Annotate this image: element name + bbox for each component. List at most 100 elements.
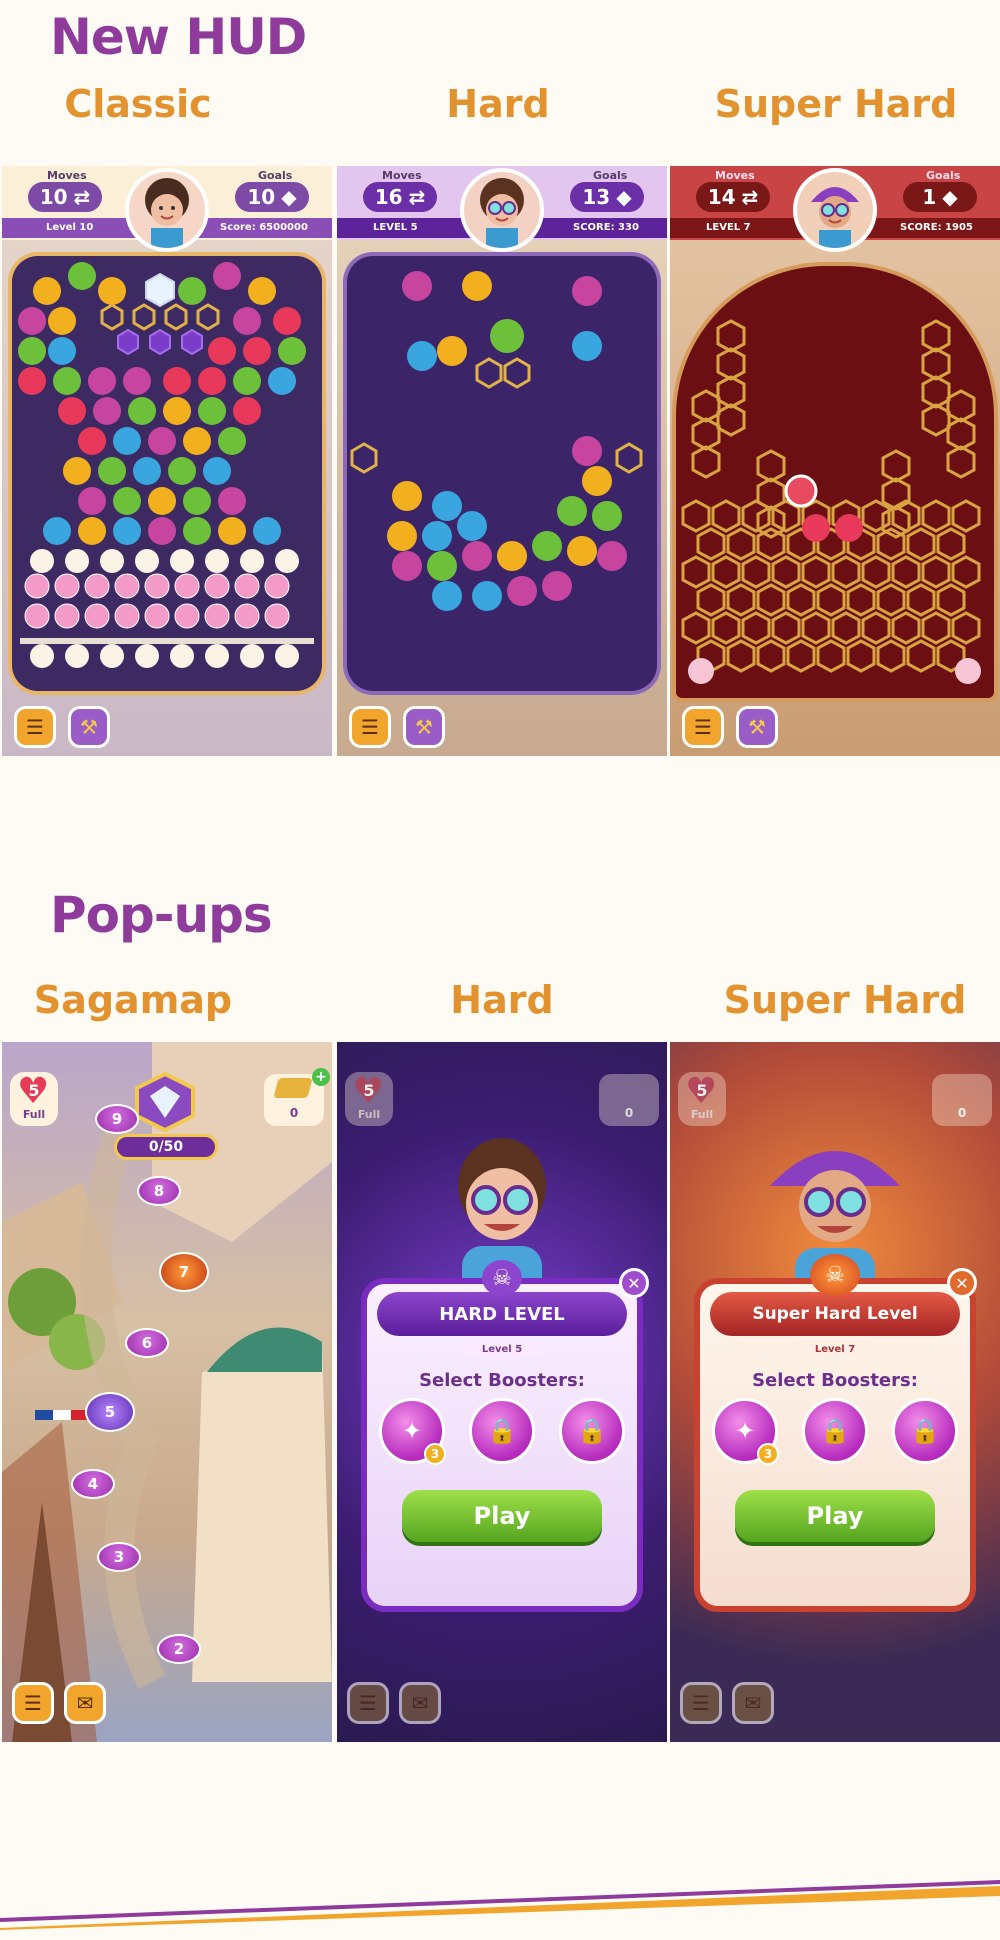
diamond-goal-icon: ◆ (942, 185, 958, 209)
honeycomb-cell (921, 403, 951, 437)
level-node-9[interactable]: 9 (95, 1104, 139, 1134)
level-node-5-hard[interactable]: 5 (85, 1392, 135, 1432)
menu-button[interactable]: ☰ (14, 706, 56, 748)
menu-icon: ☰ (692, 1691, 710, 1715)
honeycomb-cell (716, 375, 746, 409)
level-node-4[interactable]: 4 (71, 1469, 115, 1499)
select-boosters-label: Select Boosters: (419, 1370, 585, 1391)
inbox-button[interactable]: ✉ (399, 1682, 441, 1724)
mail-icon: ✉ (411, 1691, 429, 1715)
hard-game-board[interactable] (347, 256, 657, 691)
level-node-2[interactable]: 2 (157, 1634, 201, 1664)
coins-widget[interactable]: + 0 (264, 1068, 330, 1126)
honeycomb-cell (681, 611, 711, 645)
super-hard-hud-bar: Moves 14 ⇄ Goals 1 ◆ LEVEL 7 SCORE: 1905 (670, 166, 1000, 252)
diamond-goal-icon (130, 1071, 200, 1133)
lock-icon: 🔒 (577, 1417, 607, 1445)
honeycomb-cell (691, 389, 721, 423)
inbox-button[interactable]: ✉ (732, 1682, 774, 1724)
level-node-6[interactable]: 6 (125, 1328, 169, 1358)
honeycomb-cell (951, 555, 981, 589)
skull-icon: ☠ (482, 1260, 522, 1296)
booster-count-badge: 3 (424, 1443, 446, 1465)
avatar (460, 168, 544, 252)
goal-progress: 0/50 (114, 1134, 218, 1160)
honeycomb-cell (921, 499, 951, 533)
level-node-7-super-hard[interactable]: 7 (159, 1252, 209, 1292)
bubble-field (350, 271, 643, 611)
avatar (793, 168, 877, 252)
sagamap-heading: Sagamap (33, 978, 233, 1022)
honeycomb-cell (801, 555, 831, 589)
moves-label: Moves (382, 169, 422, 182)
popup-title: Super Hard Level (710, 1292, 960, 1336)
swap-icon: ⇄ (73, 185, 91, 209)
hammer-booster-button[interactable]: ⚒ (736, 706, 778, 748)
hard-hud-screen: Moves 16 ⇄ Goals 13 ◆ LEVEL 5 SCORE: 330 ☰… (337, 166, 667, 756)
hammer-booster-icon: ⚒ (748, 715, 766, 739)
menu-button[interactable]: ☰ (347, 1682, 389, 1724)
lives-widget[interactable]: ♥ 5 Full (345, 1072, 393, 1126)
menu-button[interactable]: ☰ (682, 706, 724, 748)
menu-button[interactable]: ☰ (680, 1682, 722, 1724)
classic-hud-screen: Moves 10 ⇄ Goals 10 ◆ Level 10 Score: 6500… (2, 166, 332, 756)
menu-icon: ☰ (694, 715, 712, 739)
close-button[interactable]: ✕ (947, 1268, 977, 1298)
menu-button[interactable]: ☰ (12, 1682, 54, 1724)
score-label: SCORE: 330 (573, 222, 639, 233)
honeycomb-cell (936, 583, 966, 617)
booster-slot-2-locked[interactable]: 🔒 (469, 1398, 535, 1464)
coins-widget[interactable]: 0 (599, 1074, 659, 1126)
moves-counter: 16 ⇄ (363, 182, 437, 212)
play-button[interactable]: Play (735, 1490, 935, 1542)
super-hard-game-board[interactable] (676, 266, 994, 698)
lock-icon: 🔒 (910, 1417, 940, 1445)
lives-widget[interactable]: ♥ 5 Full (10, 1072, 58, 1126)
honeycomb-cell (861, 555, 891, 589)
booster-slot-3-locked[interactable]: 🔒 (559, 1398, 625, 1464)
level-node-8[interactable]: 8 (137, 1176, 181, 1206)
honeycomb-cell (716, 347, 746, 381)
diamond-goal-icon: ◆ (616, 185, 632, 209)
popup-title: HARD LEVEL (377, 1292, 627, 1336)
level-label: Level 10 (46, 222, 94, 233)
mail-icon: ✉ (744, 1691, 762, 1715)
hard-hud-bar: Moves 16 ⇄ Goals 13 ◆ LEVEL 5 SCORE: 330 (337, 166, 667, 252)
score-label: SCORE: 1905 (900, 222, 973, 233)
coins-widget[interactable]: 0 (932, 1074, 992, 1126)
honeycomb-cell (946, 417, 976, 451)
hammer-booster-button[interactable]: ⚒ (403, 706, 445, 748)
hammer-booster-icon: ⚒ (415, 715, 433, 739)
honeycomb-cell (831, 611, 861, 645)
level-node-3[interactable]: 3 (97, 1542, 141, 1572)
goals-counter: 1 ◆ (903, 182, 977, 212)
honeycomb-cell (696, 583, 726, 617)
moves-counter: 10 ⇄ (28, 182, 102, 212)
booster-slot-3-locked[interactable]: 🔒 (892, 1398, 958, 1464)
popup-level-sub: Level 7 (795, 1340, 875, 1358)
classic-game-board[interactable] (12, 256, 322, 691)
honeycomb-cell (946, 389, 976, 423)
inbox-button[interactable]: ✉ (64, 1682, 106, 1724)
classic-hud-bar: Moves 10 ⇄ Goals 10 ◆ Level 10 Score: 6500… (2, 166, 332, 252)
goals-label: Goals (926, 169, 961, 182)
honeycomb-cell (711, 555, 741, 589)
honeycomb-cell (891, 611, 921, 645)
honeycomb-cell (951, 611, 981, 645)
play-button[interactable]: Play (402, 1490, 602, 1542)
booster-slot-1[interactable]: ✦ 3 (379, 1398, 446, 1465)
honeycomb-cell (831, 555, 861, 589)
lives-widget[interactable]: ♥ 5 Full (678, 1072, 726, 1126)
menu-button[interactable]: ☰ (349, 706, 391, 748)
booster-slot-1[interactable]: ✦ 3 (712, 1398, 779, 1465)
close-button[interactable]: ✕ (619, 1268, 649, 1298)
honeycomb-cell (786, 583, 816, 617)
honeycomb-cell (816, 639, 846, 673)
honeycomb-cell (711, 611, 741, 645)
moves-label: Moves (715, 169, 755, 182)
booster-slot-2-locked[interactable]: 🔒 (802, 1398, 868, 1464)
honeycomb-cell (861, 611, 891, 645)
super-hard-popup-heading: Super Hard (723, 978, 967, 1022)
hammer-booster-button[interactable]: ⚒ (68, 706, 110, 748)
honeycomb-cell (906, 639, 936, 673)
